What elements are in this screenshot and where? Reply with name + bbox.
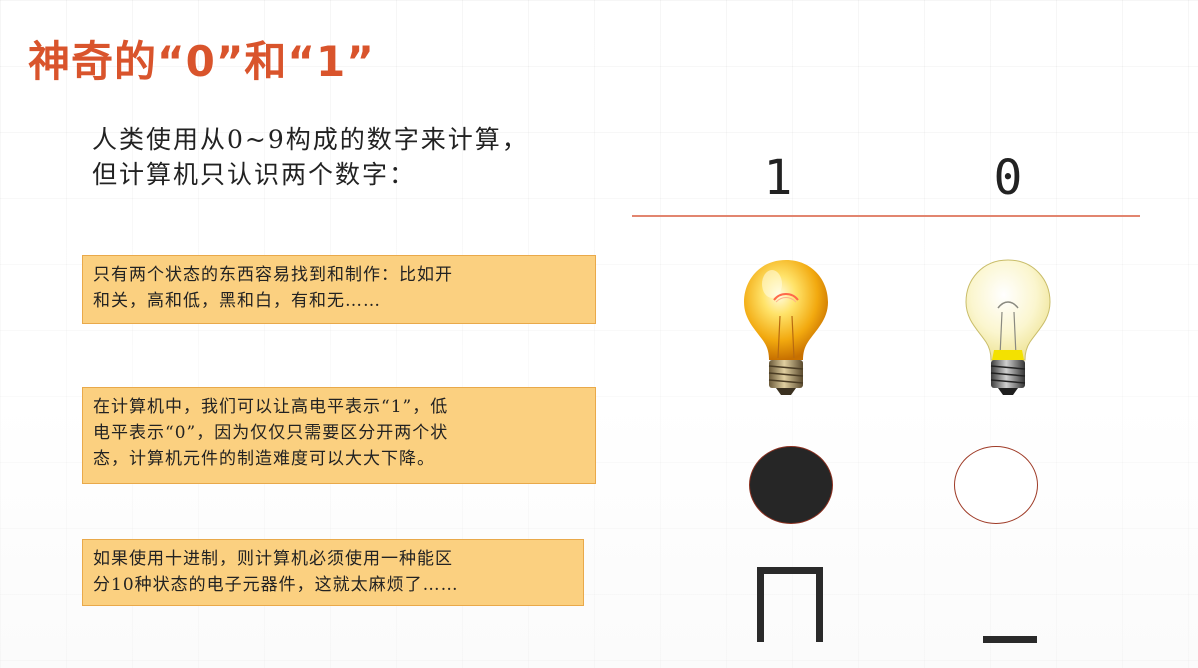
note-box-two-states: 只有两个状态的东西容易找到和制作：比如开 和关，高和低，黑和白，有和无…… <box>82 255 596 324</box>
hollow-white-circle-icon <box>954 446 1038 524</box>
low-level-line-icon <box>983 636 1037 643</box>
note-line: 如果使用十进制，则计算机必须使用一种能区 <box>93 549 453 569</box>
note-line: 在计算机中，我们可以让高电平表示“1”，低 <box>93 397 449 417</box>
note-line: 只有两个状态的东西容易找到和制作：比如开 <box>93 265 453 285</box>
note-box-voltage-levels: 在计算机中，我们可以让高电平表示“1”，低 电平表示“0”，因为仅仅只需要区分开… <box>82 387 596 484</box>
note-line: 电平表示“0”，因为仅仅只需要区分开两个状 <box>93 423 449 443</box>
high-level-pulse-icon <box>757 567 823 642</box>
digit-one-heading: 1 <box>763 150 793 206</box>
lit-light-bulb-icon <box>744 260 828 395</box>
unlit-light-bulb-icon <box>965 259 1051 395</box>
note-box-decimal: 如果使用十进制，则计算机必须使用一种能区 分10种状态的电子元器件，这就太麻烦了… <box>82 539 584 606</box>
column-divider-line <box>632 215 1140 217</box>
filled-black-circle-icon <box>749 446 833 524</box>
intro-line-1: 人类使用从0~9构成的数字来计算， <box>92 125 529 154</box>
note-line: 分10种状态的电子元器件，这就太麻烦了…… <box>93 575 459 595</box>
note-line: 态，计算机元件的制造难度可以大大下降。 <box>93 449 435 469</box>
slide-title: 神奇的“0”和“1” <box>28 37 375 86</box>
note-line: 和关，高和低，黑和白，有和无…… <box>93 291 381 311</box>
intro-text: 人类使用从0~9构成的数字来计算， 但计算机只认识两个数字： <box>92 122 612 192</box>
intro-line-2: 但计算机只认识两个数字： <box>92 160 417 189</box>
digit-zero-heading: 0 <box>993 150 1023 206</box>
